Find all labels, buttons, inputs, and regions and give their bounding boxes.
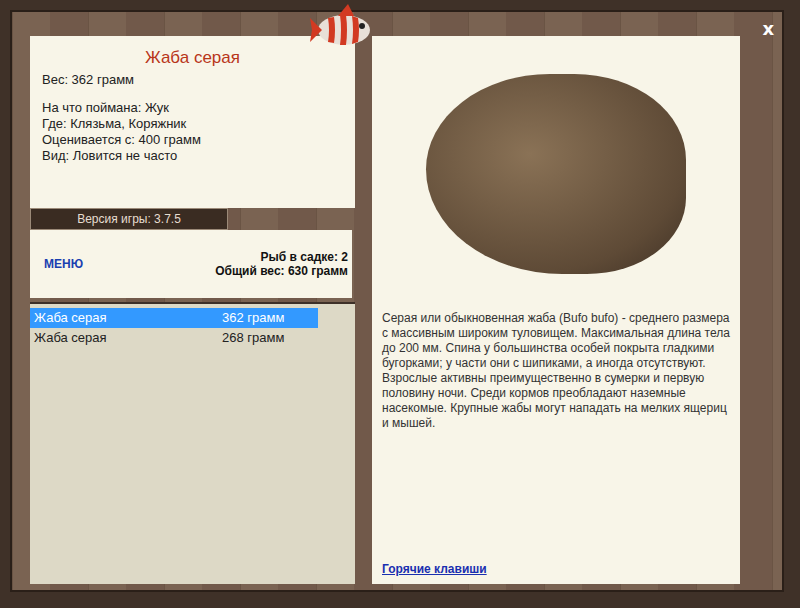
fish-weight: Вес: 362 грамм <box>42 72 343 88</box>
description-panel: Серая или обыкновенная жаба (Bufo bufo) … <box>372 36 740 584</box>
keepnet-panel: МЕНЮ Рыб в садке: 2Общий вес: 630 грамм <box>30 230 352 298</box>
catch-row[interactable]: Жаба серая362 грамм <box>30 308 318 328</box>
keepnet-total: Общий вес: 630 грамм <box>215 264 348 278</box>
fish-detail: На что поймана: Жук <box>42 100 343 116</box>
catch-list: Жаба серая362 граммЖаба серая268 грамм <box>30 302 355 584</box>
fish-description: Серая или обыкновенная жаба (Bufo bufo) … <box>382 311 730 431</box>
fish-detail: Вид: Ловится не часто <box>42 148 343 164</box>
fish-info-window: x Жаба серая Вес: 362 грамм На что поймана:… <box>10 10 784 592</box>
game-screen: x Жаба серая Вес: 362 грамм На что поймана:… <box>0 0 800 608</box>
fish-info-panel: Жаба серая Вес: 362 грамм На что поймана: … <box>30 36 355 208</box>
keepnet-count: Рыб в садке: 2 <box>215 250 348 264</box>
left-column: Жаба серая Вес: 362 грамм На что поймана: … <box>30 36 355 584</box>
catch-row[interactable]: Жаба серая268 грамм <box>30 328 318 348</box>
fish-photo <box>382 36 730 311</box>
hotkeys-link[interactable]: Горячие клавиши <box>382 562 487 576</box>
close-button[interactable]: x <box>762 18 774 39</box>
version-bar: Версия игры: 3.7.5 <box>30 208 228 230</box>
fish-icon <box>308 2 378 54</box>
fish-title: Жаба серая <box>42 50 343 66</box>
menu-link[interactable]: МЕНЮ <box>44 257 83 271</box>
fish-detail: Где: Клязьма, Коряжник <box>42 116 343 132</box>
fish-detail: Оценивается с: 400 грамм <box>42 132 343 148</box>
